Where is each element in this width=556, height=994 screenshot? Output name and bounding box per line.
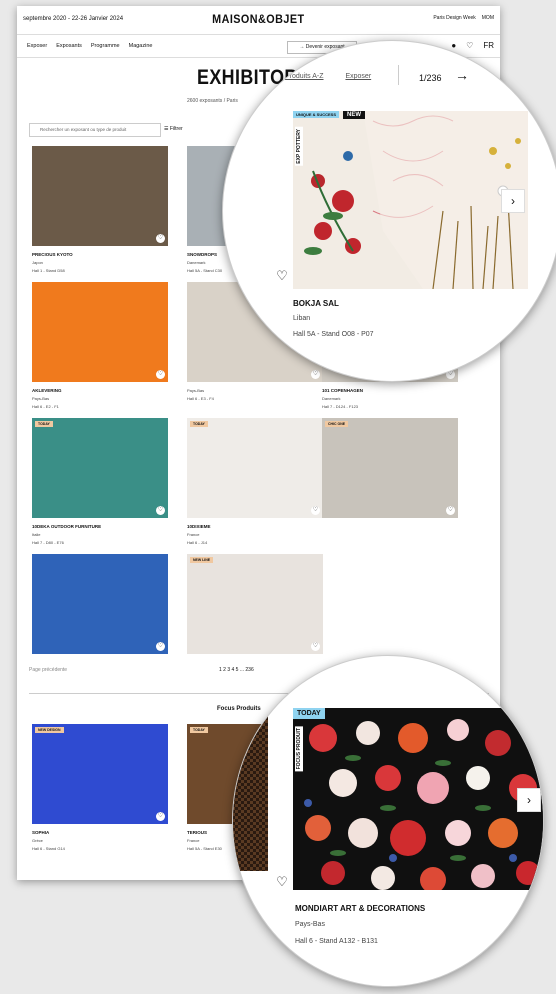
exhibitor-card[interactable]: NEW LINE ♡ bbox=[187, 554, 323, 660]
favorite-heart-icon[interactable]: ♡ bbox=[311, 506, 320, 515]
product-image[interactable]: UNIQUE & SUCCESS NEW EXP POTTERY bbox=[293, 111, 528, 289]
carousel-next-button[interactable]: › bbox=[517, 788, 541, 812]
vertical-label: EXP POTTERY bbox=[295, 127, 303, 166]
exhibitor-card[interactable]: NEW DESIGN ♡ SOPHIA Grèce Hall 6 - Stand G14 bbox=[32, 724, 168, 851]
favorite-heart-icon[interactable]: ♡ bbox=[311, 370, 320, 379]
exhibitor-image[interactable]: ♡ bbox=[32, 554, 168, 654]
exhibitor-stand: Hall 7 - D124 - F123 bbox=[322, 404, 359, 409]
exhibitor-image[interactable]: TODAY ♡ bbox=[32, 418, 168, 518]
next-arrow-icon[interactable]: → bbox=[455, 67, 469, 83]
page-counter: 1/236 bbox=[419, 73, 442, 83]
exhibitor-card[interactable]: ♡ AKLEVERING Pays-Bas Hall 6 - E2 - F1 bbox=[32, 282, 168, 409]
carousel-next-button[interactable]: › bbox=[501, 189, 525, 213]
language-icon[interactable]: FR bbox=[483, 41, 494, 50]
exhibitor-stand: Hall 5A - Stand O08 - P07 bbox=[293, 331, 374, 338]
favorite-heart-icon[interactable]: ♡ bbox=[156, 812, 165, 821]
exhibitor-name[interactable]: MONDIART ART & DECORATIONS bbox=[295, 904, 425, 913]
exhibitor-country: Danemark bbox=[322, 396, 341, 401]
exhibitor-image[interactable]: ♡ bbox=[32, 282, 168, 382]
exhibitor-country: Pays-Bas bbox=[187, 388, 205, 393]
textile-illustration bbox=[293, 111, 528, 289]
zoom-nav-links: Produits A-Z Exposer bbox=[285, 73, 371, 80]
floral-print bbox=[293, 708, 543, 890]
user-icon[interactable]: ● bbox=[451, 41, 456, 50]
card-badge: TODAY bbox=[35, 421, 53, 427]
products-az-link[interactable]: Produits A-Z bbox=[285, 73, 324, 80]
product-image[interactable]: TODAY FOCUS PRODUIT bbox=[293, 708, 543, 890]
exhibitor-stand: Hall 6 - Stand G14 bbox=[32, 846, 65, 851]
category-badge: UNIQUE & SUCCESS bbox=[293, 111, 340, 118]
favorite-heart-icon[interactable]: ♡ bbox=[156, 370, 165, 379]
exhibitor-stand: Hall 6 - E2 - F1 bbox=[32, 404, 59, 409]
favorite-heart-icon[interactable]: ♡ bbox=[156, 506, 165, 515]
new-badge: NEW bbox=[343, 111, 365, 119]
card-badge: NEW LINE bbox=[190, 557, 214, 563]
favorite-heart-icon[interactable]: ♡ bbox=[156, 234, 165, 243]
exhibitor-country: Japon bbox=[32, 260, 43, 265]
exhibitor-card[interactable]: TODAY ♡ 10DEKA OUTDOOR FURNITURE Italie Hall… bbox=[32, 418, 168, 545]
exhibitor-country: Pays-Bas bbox=[32, 396, 50, 401]
mom-link[interactable]: MOM bbox=[482, 15, 494, 21]
exhibitor-stand: Hall 1 - Stand D58 bbox=[32, 268, 65, 273]
exhibitor-country: France bbox=[187, 532, 200, 537]
prev-page-link[interactable]: Page précédente bbox=[29, 667, 67, 673]
card-badge: CHIC ONE bbox=[325, 421, 349, 427]
exhibitor-stand: Hall 6 - J14 bbox=[187, 540, 208, 545]
nav-link-exposants[interactable]: Exposants bbox=[56, 43, 82, 49]
filter-button[interactable]: ☰ Filtrer bbox=[164, 126, 183, 132]
favorite-heart-icon[interactable]: ♡ bbox=[311, 642, 320, 651]
nav-link-programme[interactable]: Programme bbox=[91, 43, 120, 49]
exhibitor-name[interactable]: BOKJA SAL bbox=[293, 299, 339, 308]
exhibitor-country: Pays-Bas bbox=[295, 921, 325, 928]
zoom-circle-top: Produits A-Z Exposer 1/236 → UNIQUE & SU… bbox=[222, 40, 556, 382]
exhibitor-country: Grèce bbox=[32, 838, 43, 843]
divider-line bbox=[398, 65, 399, 85]
breadcrumb: 2600 exposants / Paris bbox=[187, 98, 238, 104]
exhibitor-stand: Hall 6 - Stand A132 - B131 bbox=[295, 938, 378, 945]
exhibitor-stand: Hall 7 - D80 - E76 bbox=[32, 540, 64, 545]
exhibitor-name[interactable]: AKLEVERING bbox=[32, 388, 168, 393]
nav-link-exposer[interactable]: Exposer bbox=[27, 43, 47, 49]
exhibitor-image[interactable]: NEW LINE ♡ bbox=[187, 554, 323, 654]
exhibitor-card[interactable]: TODAY ♡ 10DIXIEME France Hall 6 - J14 bbox=[187, 418, 323, 545]
exhibitor-image[interactable]: NEW DESIGN ♡ bbox=[32, 724, 168, 824]
exhibitor-name[interactable]: SOPHIA bbox=[32, 830, 168, 835]
exhibitor-card[interactable]: ♡ PRECIOUS KYOTO Japon Hall 1 - Stand D58 bbox=[32, 146, 168, 273]
card-badge: TODAY bbox=[190, 727, 208, 733]
exhibitor-image[interactable]: TODAY ♡ bbox=[187, 418, 323, 518]
nav-link-magazine[interactable]: Magazine bbox=[129, 43, 153, 49]
card-badge: TODAY bbox=[190, 421, 208, 427]
event-dates: septembre 2020 - 22-26 Janvier 2024 bbox=[23, 16, 124, 22]
favorite-heart-icon[interactable]: ♡ bbox=[446, 506, 455, 515]
zoom-circle-bottom: ♡ TODAY FOCUS PRODUIT › MONDIART ART & D… bbox=[232, 655, 544, 987]
today-badge: TODAY bbox=[293, 708, 325, 719]
exhibitor-name[interactable]: 10DEKA OUTDOOR FURNITURE bbox=[32, 524, 168, 529]
page-numbers[interactable]: 1 2 3 4 5 ... 236 bbox=[219, 667, 254, 673]
exhibitor-card[interactable]: ♡ bbox=[32, 554, 168, 660]
vertical-label: FOCUS PRODUIT bbox=[295, 726, 303, 772]
favorite-heart-icon[interactable]: ♡ bbox=[271, 265, 293, 287]
favorite-heart-icon[interactable]: ♡ bbox=[271, 871, 293, 893]
exhibitor-card[interactable]: CHIC ONE ♡ bbox=[322, 418, 458, 524]
exhibitor-name[interactable]: PRECIOUS KYOTO bbox=[32, 252, 168, 257]
exhibitor-image[interactable]: ♡ bbox=[32, 146, 168, 246]
favorite-heart-icon[interactable]: ♡ bbox=[156, 642, 165, 651]
exhibitor-stand: Hall 6 - E3 - F4 bbox=[187, 396, 214, 401]
exhibitor-image[interactable]: CHIC ONE ♡ bbox=[322, 418, 458, 518]
design-week-link[interactable]: Paris Design Week bbox=[433, 15, 475, 21]
cushion-image bbox=[233, 711, 268, 871]
card-badge: NEW DESIGN bbox=[35, 727, 64, 733]
exhibitor-name[interactable]: 10DIXIEME bbox=[187, 524, 323, 529]
exhibitor-country: Liban bbox=[293, 315, 311, 322]
site-logo[interactable]: MAISON&OBJET bbox=[212, 12, 304, 26]
heart-icon[interactable]: ♡ bbox=[466, 41, 473, 50]
top-bar: septembre 2020 - 22-26 Janvier 2024 MAIS… bbox=[17, 6, 500, 35]
exhibitor-country: Italie bbox=[32, 532, 41, 537]
exhibitor-name[interactable]: 101 COPENHAGEN bbox=[322, 388, 458, 393]
exposer-link[interactable]: Exposer bbox=[345, 73, 371, 80]
checkered-pattern bbox=[233, 711, 268, 871]
search-input[interactable]: Rechercher un exposant ou type de produi… bbox=[29, 123, 161, 137]
